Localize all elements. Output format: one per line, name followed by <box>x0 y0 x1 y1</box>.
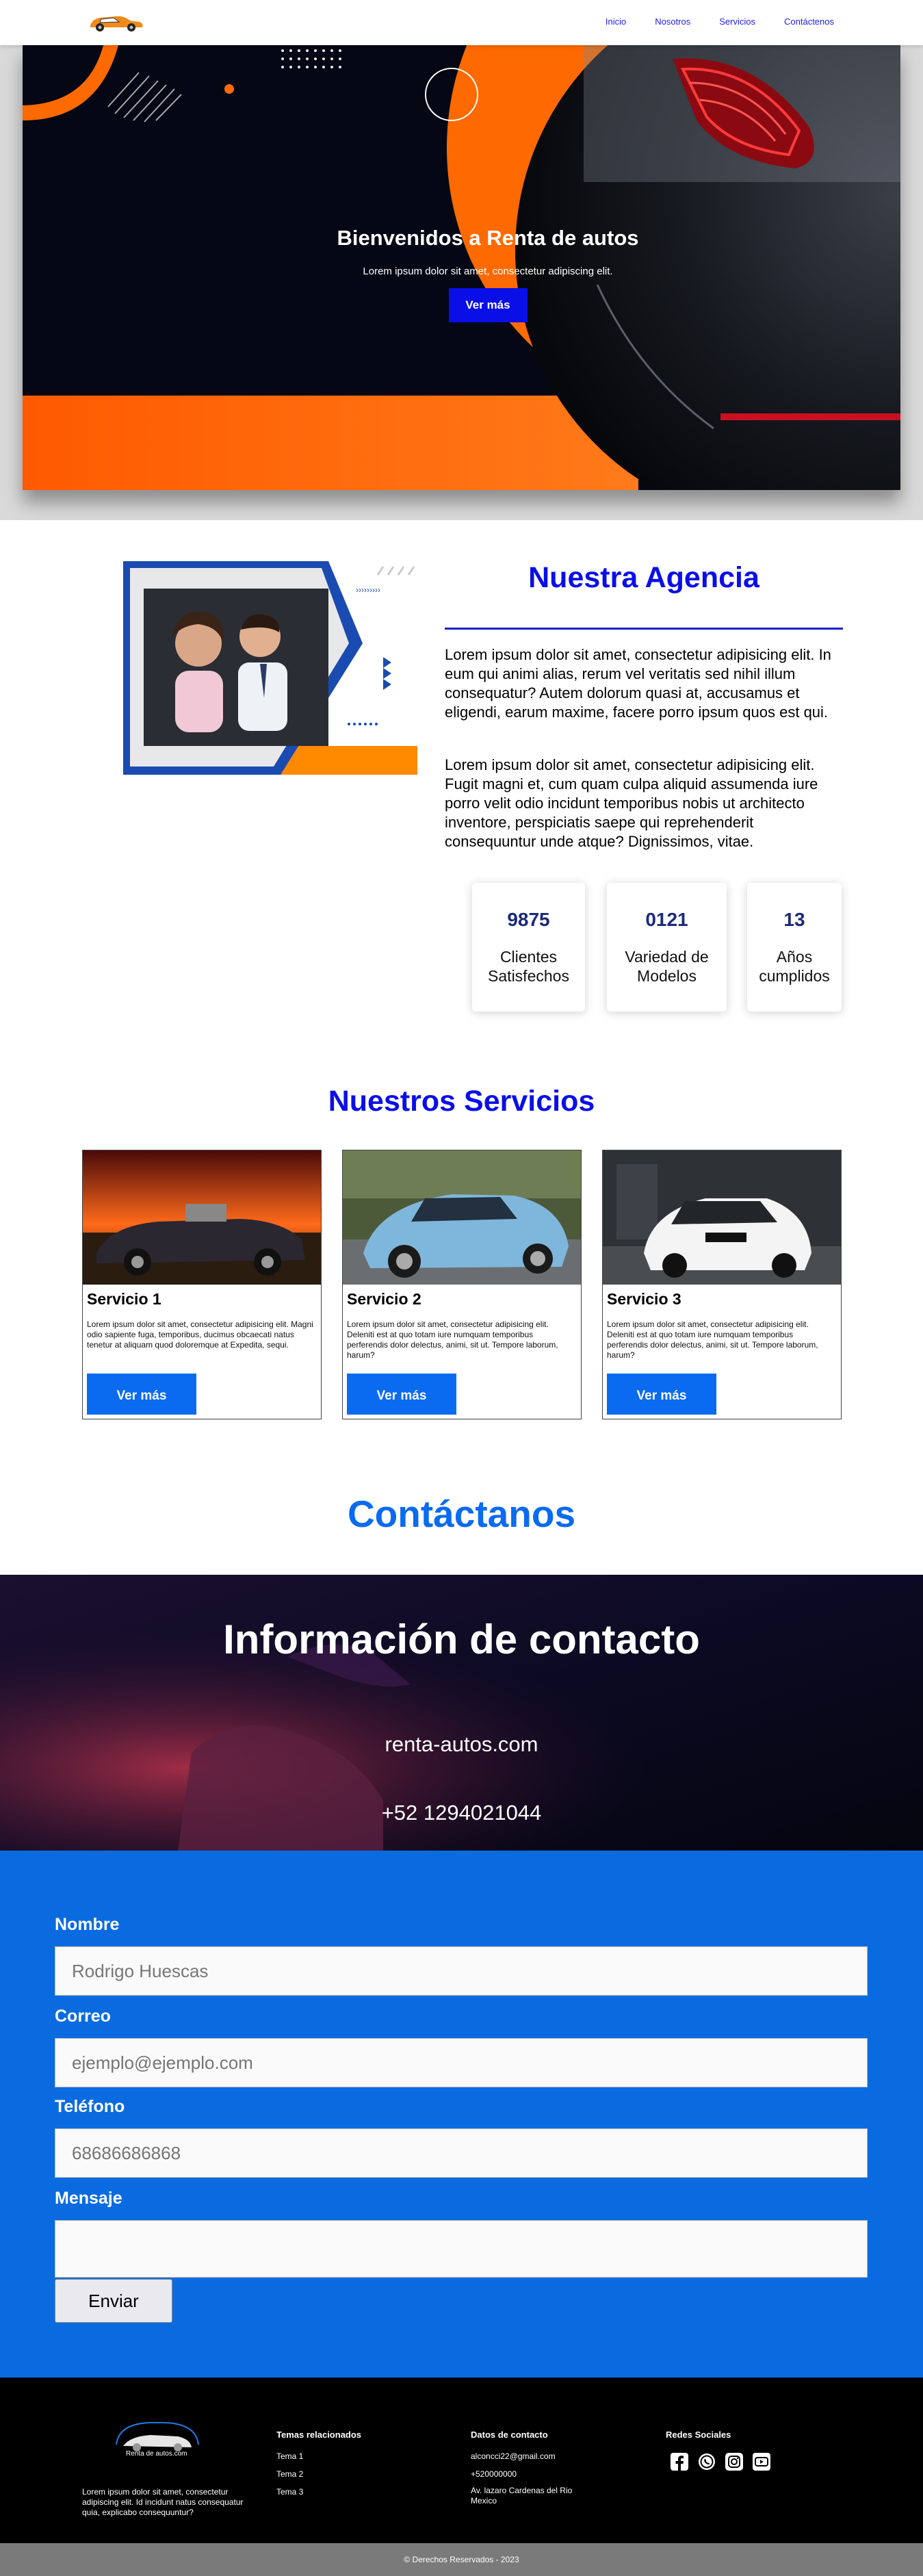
footer-topic-2[interactable]: Tema 2 <box>276 2469 303 2480</box>
agency-paragraph-2: Lorem ipsum dolor sit amet, consectetur … <box>445 756 818 850</box>
service-image-3 <box>603 1150 841 1285</box>
stat-label: Variedad de Modelos <box>625 948 709 985</box>
message-field[interactable] <box>55 2220 868 2278</box>
email-label: Correo <box>55 2007 111 2026</box>
hero-subtitle: Lorem ipsum dolor sit amet, consectetur … <box>363 266 613 277</box>
footer-contact-title: Datos de contacto <box>471 2430 548 2440</box>
service-title: Servicio 3 <box>607 1290 681 1308</box>
footer-topics-title: Temas relacionados <box>276 2430 362 2440</box>
email-field[interactable] <box>55 2038 868 2087</box>
social-icons <box>669 2451 772 2472</box>
agency-title: Nuestra Agencia <box>528 561 759 594</box>
top-navbar: Inicio Nosotros Servicios Contáctenos <box>0 0 923 45</box>
service-ver-mas-button[interactable]: Ver más <box>87 1374 196 1415</box>
facebook-icon[interactable] <box>669 2451 690 2472</box>
stat-number: 13 <box>783 909 805 930</box>
nav-links: Inicio Nosotros Servicios Contáctenos <box>606 16 834 27</box>
services-title: Nuestros Servicios <box>328 1085 595 1118</box>
service-title: Servicio 2 <box>347 1290 421 1308</box>
service-description: Lorem ipsum dolor sit amet, consectetur … <box>87 1319 313 1350</box>
nav-link-nosotros[interactable]: Nosotros <box>655 16 690 27</box>
agency-paragraph-1: Lorem ipsum dolor sit amet, consectetur … <box>445 646 831 721</box>
stat-number: 0121 <box>645 909 688 930</box>
hero-section: Bienvenidos a Renta de autos Lorem ipsum… <box>0 45 923 520</box>
stat-card-clientes: 9875 Clientes Satisfechos <box>472 883 585 1012</box>
contact-website[interactable]: renta-autos.com <box>0 1732 923 1757</box>
stat-card-anos: 13 Años cumplidos <box>747 883 842 1012</box>
nav-link-inicio[interactable]: Inicio <box>606 16 626 27</box>
hero-title: Bienvenidos a Renta de autos <box>337 226 639 250</box>
contact-title: Contáctanos <box>347 1493 576 1535</box>
nav-link-servicios[interactable]: Servicios <box>719 16 755 27</box>
hero-ver-mas-button[interactable]: Ver más <box>448 288 528 322</box>
service-image-2 <box>343 1150 581 1285</box>
copyright-bar: © Derechos Reservados - 2023 <box>0 2543 923 2576</box>
contact-phone[interactable]: +52 1294021044 <box>0 1801 923 1825</box>
message-label: Mensaje <box>55 2189 122 2208</box>
hero-banner: Bienvenidos a Renta de autos Lorem ipsum… <box>23 45 900 490</box>
hero-text: Bienvenidos a Renta de autos Lorem ipsum… <box>317 224 659 322</box>
contact-form: Nombre Correo Teléfono Mensaje Enviar <box>0 1851 923 2378</box>
service-ver-mas-button[interactable]: Ver más <box>607 1374 716 1415</box>
footer-address: Av. lazaro Cardenas del Rio Mexico <box>471 2486 573 2506</box>
whatsapp-icon[interactable] <box>697 2451 717 2472</box>
footer-topic-3[interactable]: Tema 3 <box>276 2487 303 2497</box>
service-card-2: Servicio 2 Lorem ipsum dolor sit amet, c… <box>342 1150 582 1419</box>
name-label: Nombre <box>55 1915 120 1934</box>
stat-label: Años cumplidos <box>759 948 830 985</box>
footer: Renta de autos.com Lorem ipsum dolor sit… <box>0 2378 923 2543</box>
stat-number: 9875 <box>507 909 550 930</box>
contact-info-band: Información de contacto renta-autos.com … <box>0 1575 923 1851</box>
send-button[interactable]: Enviar <box>55 2279 172 2323</box>
nav-link-contactenos[interactable]: Contáctenos <box>784 16 834 27</box>
agency-photo: ››››››››› <box>123 561 417 775</box>
youtube-icon[interactable] <box>751 2451 772 2472</box>
footer-social-title: Redes Sociales <box>666 2430 731 2440</box>
phone-label: Teléfono <box>55 2097 125 2116</box>
name-field[interactable] <box>55 1946 868 1996</box>
footer-logo-text: Renta de autos.com <box>126 2450 187 2458</box>
service-description: Lorem ipsum dolor sit amet, consectetur … <box>347 1319 558 1360</box>
service-card-1: Servicio 1 Lorem ipsum dolor sit amet, c… <box>82 1150 322 1419</box>
stat-card-modelos: 0121 Variedad de Modelos <box>607 883 727 1012</box>
service-title: Servicio 1 <box>87 1290 161 1308</box>
svg-text:›››››››››: ››››››››› <box>356 585 380 595</box>
stat-label: Clientes Satisfechos <box>488 948 569 985</box>
phone-field[interactable] <box>55 2128 868 2178</box>
service-card-3: Servicio 3 Lorem ipsum dolor sit amet, c… <box>602 1150 842 1419</box>
footer-topic-1[interactable]: Tema 1 <box>276 2451 303 2462</box>
service-ver-mas-button[interactable]: Ver más <box>347 1374 456 1415</box>
footer-email[interactable]: alconcci22@gmail.com <box>471 2451 556 2462</box>
car-logo[interactable] <box>85 8 146 36</box>
service-image-1 <box>83 1150 321 1285</box>
footer-phone[interactable]: +520000000 <box>471 2469 517 2480</box>
instagram-icon[interactable] <box>724 2451 744 2472</box>
agency-divider <box>445 628 843 630</box>
contact-info-title: Información de contacto <box>223 1617 700 1662</box>
service-description: Lorem ipsum dolor sit amet, consectetur … <box>607 1319 818 1360</box>
footer-about: Lorem ipsum dolor sit amet, consectetur … <box>82 2487 244 2517</box>
